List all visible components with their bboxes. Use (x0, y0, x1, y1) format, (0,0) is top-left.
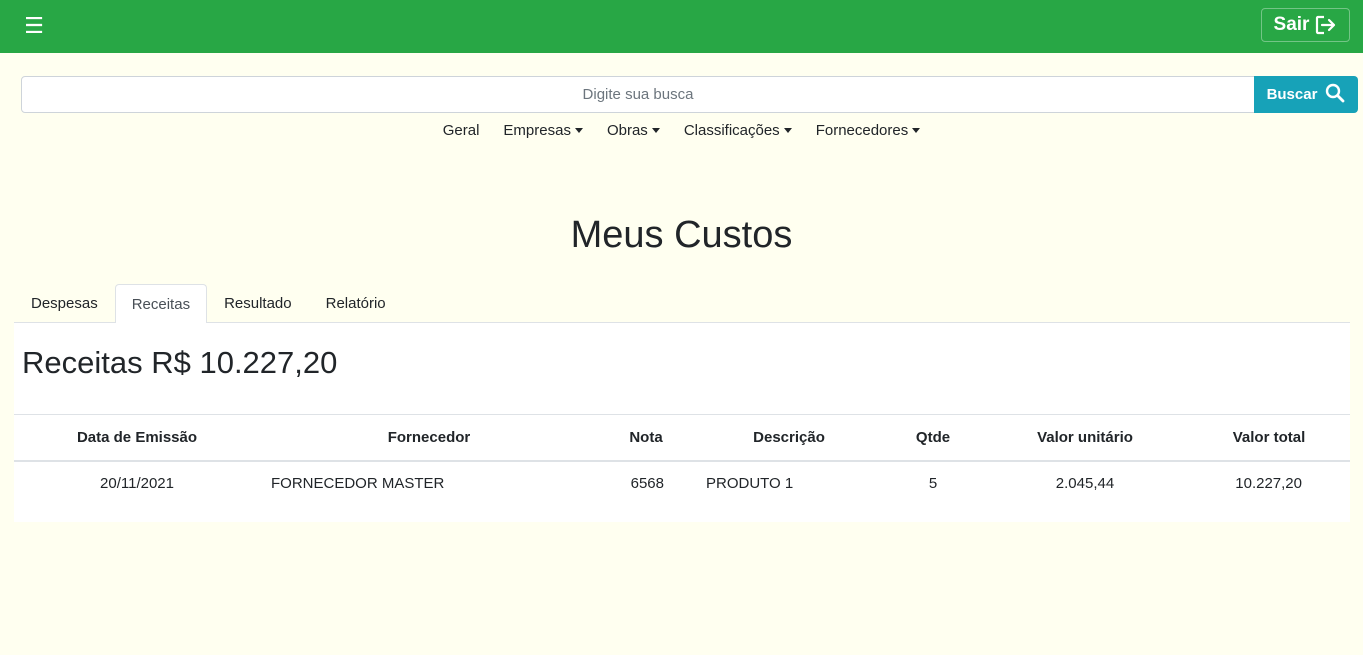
table-row: 20/11/2021 FORNECEDOR MASTER 6568 PRODUT… (14, 460, 1350, 507)
search-input[interactable] (21, 76, 1255, 113)
cell-valor-unitario: 2.045,44 (982, 460, 1188, 507)
tab-resultado[interactable]: Resultado (207, 284, 309, 323)
tab-relatorio[interactable]: Relatório (309, 284, 403, 323)
caret-down-icon (574, 127, 583, 133)
receitas-heading: Receitas R$ 10.227,20 (22, 345, 338, 380)
caret-down-icon (912, 127, 921, 133)
nav-item-label: Empresas (503, 121, 571, 139)
tab-receitas[interactable]: Receitas (114, 284, 208, 324)
nav-item-label: Obras (606, 121, 648, 139)
tab-bar: Despesas Receitas Resultado Relatório (14, 284, 1350, 324)
hamburger-icon[interactable]: ☰ (22, 13, 46, 39)
search-button-label: Buscar (1266, 86, 1318, 103)
page-title: Meus Custos (570, 214, 793, 256)
table-header-row: Data de Emissão Fornecedor Nota Descriçã… (14, 414, 1350, 462)
column-header-data-emissao[interactable]: Data de Emissão (14, 414, 260, 462)
logout-label: Sair (1273, 14, 1310, 35)
column-header-nota[interactable]: Nota (598, 414, 694, 462)
cell-data-emissao: 20/11/2021 (14, 460, 260, 507)
nav-item-label: Classificações (683, 121, 780, 139)
main-nav: Geral Empresas Obras Classificações Forn… (0, 120, 1363, 140)
logout-button[interactable]: Sair (1261, 8, 1350, 42)
caret-down-icon (651, 127, 660, 133)
nav-item-classificacoes[interactable]: Classificações (684, 120, 792, 140)
cell-nota: 6568 (598, 460, 694, 507)
top-navbar: ☰ Sair (0, 0, 1363, 53)
cell-qtde: 5 (884, 460, 982, 507)
receitas-panel: Receitas R$ 10.227,20 Data de Emissão Fo… (14, 323, 1350, 522)
nav-item-label: Fornecedores (815, 121, 909, 139)
receitas-table: Data de Emissão Fornecedor Nota Descriçã… (14, 414, 1350, 507)
nav-item-fornecedores[interactable]: Fornecedores (816, 120, 921, 140)
tab-despesas[interactable]: Despesas (14, 284, 115, 323)
column-header-fornecedor[interactable]: Fornecedor (260, 414, 598, 462)
nav-item-label: Geral (442, 121, 480, 139)
search-icon (1325, 83, 1345, 107)
sign-out-icon (1315, 15, 1337, 35)
column-header-valor-unitario[interactable]: Valor unitário (982, 414, 1188, 462)
cell-fornecedor: FORNECEDOR MASTER (260, 460, 598, 507)
search-button[interactable]: Buscar (1254, 76, 1358, 113)
nav-item-obras[interactable]: Obras (607, 120, 660, 140)
column-header-valor-total[interactable]: Valor total (1188, 414, 1350, 462)
nav-item-geral[interactable]: Geral (443, 120, 480, 140)
nav-item-empresas[interactable]: Empresas (503, 120, 583, 140)
column-header-qtde[interactable]: Qtde (884, 414, 982, 462)
cell-descricao: PRODUTO 1 (694, 460, 884, 507)
column-header-descricao[interactable]: Descrição (694, 414, 884, 462)
cell-valor-total: 10.227,20 (1188, 460, 1350, 507)
caret-down-icon (783, 127, 792, 133)
